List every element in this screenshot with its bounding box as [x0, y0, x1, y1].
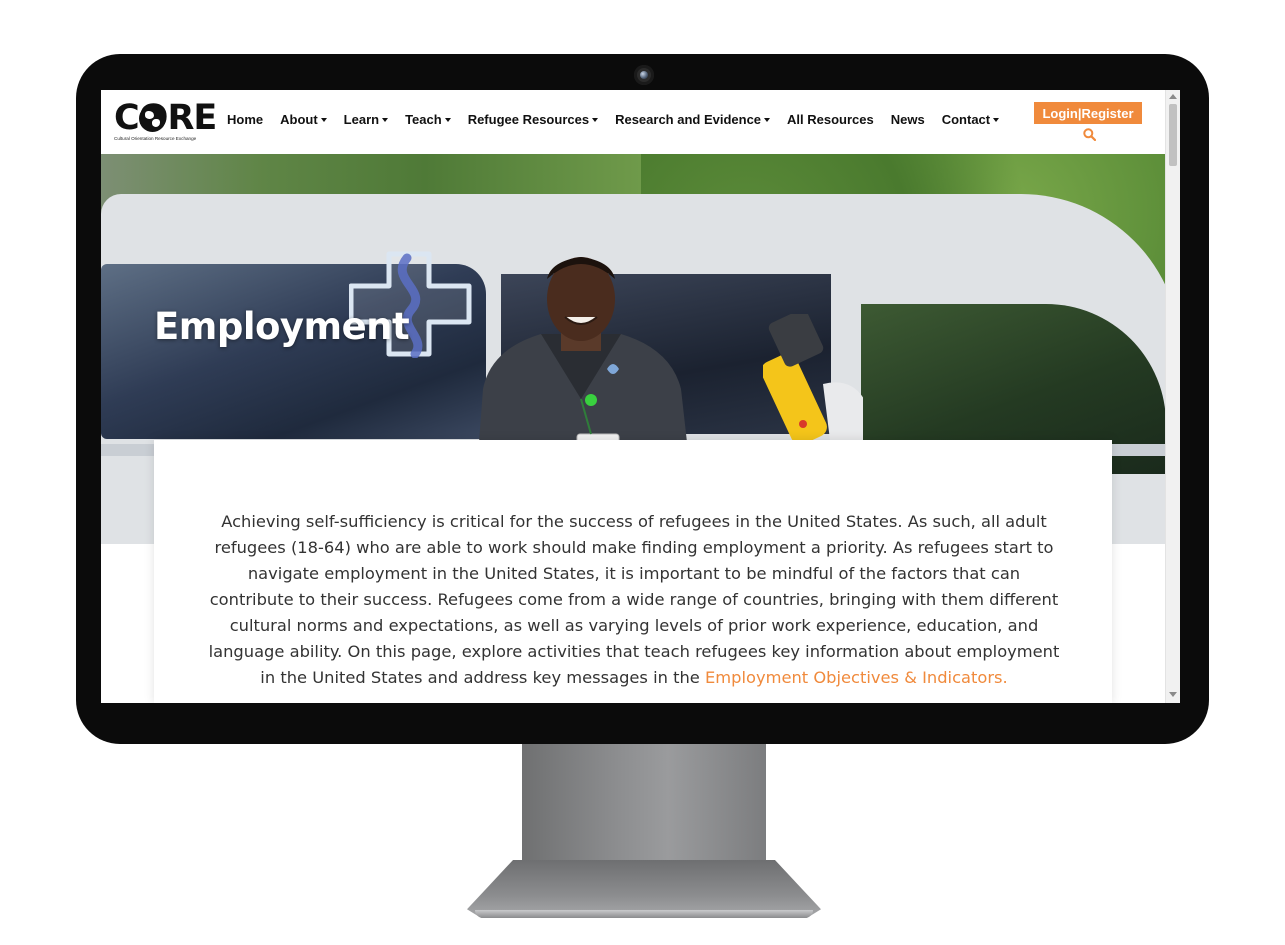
nav-news[interactable]: News — [891, 112, 925, 127]
logo-tagline: Cultural Orientation Resource Exchange — [114, 136, 197, 141]
nav-refugee-resources[interactable]: Refugee Resources — [468, 112, 599, 127]
caret-down-icon — [382, 117, 389, 122]
core-logo[interactable]: CORE Cultural Orientation Resource Excha… — [114, 98, 217, 144]
nav-learn[interactable]: Learn — [344, 112, 389, 127]
caret-down-icon — [993, 117, 1000, 122]
monitor-stand-neck — [522, 744, 766, 869]
employment-objectives-link[interactable]: Employment Objectives & Indicators. — [705, 668, 1008, 687]
nav-teach[interactable]: Teach — [405, 112, 451, 127]
nav-home[interactable]: Home — [227, 112, 263, 127]
nav-about[interactable]: About — [280, 112, 327, 127]
intro-text: Achieving self-sufficiency is critical f… — [208, 512, 1060, 688]
search-icon[interactable] — [1083, 128, 1096, 141]
globe-icon — [139, 105, 166, 132]
scroll-up-arrow-icon[interactable] — [1169, 94, 1177, 99]
page-title: Employment — [154, 305, 410, 348]
site-header: CORE Cultural Orientation Resource Excha… — [101, 90, 1166, 154]
page-scrollbar[interactable] — [1165, 90, 1180, 703]
intro-paragraph: Achieving self-sufficiency is critical f… — [206, 509, 1062, 691]
nav-contact[interactable]: Contact — [942, 112, 1000, 127]
caret-down-icon — [320, 117, 327, 122]
browser-screen: CORE Cultural Orientation Resource Excha… — [101, 90, 1180, 703]
webcam-icon — [634, 65, 654, 85]
caret-down-icon — [592, 117, 599, 122]
caret-down-icon — [444, 117, 451, 122]
main-nav: Home About Learn Teach Refugee Resources… — [227, 112, 1016, 127]
intro-card: Achieving self-sufficiency is critical f… — [154, 440, 1112, 703]
nav-research-and-evidence[interactable]: Research and Evidence — [615, 112, 771, 127]
scroll-down-arrow-icon[interactable] — [1169, 692, 1177, 697]
nav-all-resources[interactable]: All Resources — [787, 112, 874, 127]
scroll-thumb[interactable] — [1169, 104, 1177, 166]
caret-down-icon — [764, 117, 771, 122]
monitor-stand-edge — [475, 910, 813, 918]
login-register-button[interactable]: Login|Register — [1034, 102, 1142, 124]
